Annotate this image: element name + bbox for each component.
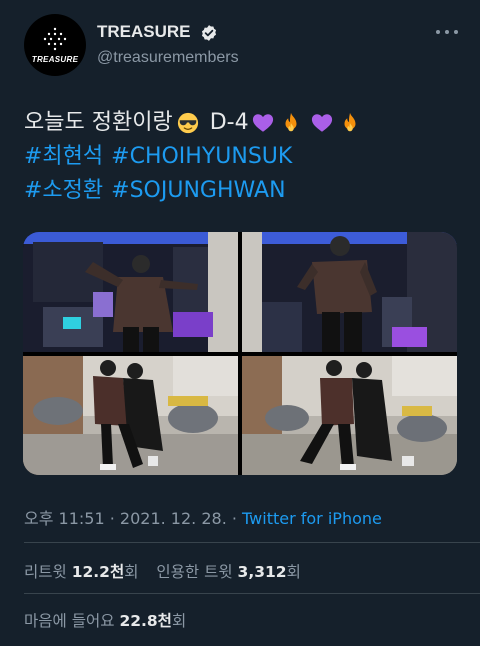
purple-heart-emoji-icon: [311, 114, 332, 132]
quotes-stat[interactable]: 인용한 트윗 3,312회: [156, 563, 300, 581]
tweet-line-2: #최현석 #CHOIHYUNSUK: [24, 140, 464, 174]
more-dot-icon: [436, 30, 440, 34]
tweet-text-dday: D-4: [209, 110, 249, 135]
fire-emoji-icon: [344, 112, 356, 132]
tweet-timestamp: 오후 11:51 · 2021. 12. 28. · Twitter for i…: [24, 505, 382, 529]
tweet-line-1: 오늘도 정환이랑 D-4: [24, 106, 464, 140]
retweets-count: 12.2천: [71, 563, 125, 581]
likes-stat[interactable]: 마음에 들어요 22.8천회: [24, 609, 186, 631]
purple-heart-emoji-icon: [252, 114, 273, 132]
hashtag-link[interactable]: #소정환: [24, 174, 103, 208]
tweet-line-3: #소정환 #SOJUNGHWAN: [24, 174, 464, 208]
logo-dots-icon: [43, 27, 67, 51]
more-options-button[interactable]: [436, 22, 458, 42]
verified-badge-icon: [201, 25, 217, 41]
photo-3[interactable]: [23, 356, 238, 475]
photo-1[interactable]: [23, 232, 238, 352]
meta-separator: ·: [226, 509, 243, 528]
photo-1-image: [23, 232, 238, 352]
media-grid: [23, 232, 457, 475]
likes-unit: 회: [171, 612, 187, 630]
photo-4[interactable]: [242, 356, 457, 475]
divider: [24, 542, 480, 543]
hashtag-link[interactable]: #SOJUNGHWAN: [111, 174, 285, 208]
tweet-text: 오늘도 정환이랑 D-4 #최현석 #CHOIHYUNSUK #소정환 #SOJ…: [24, 106, 464, 208]
sunglasses-emoji-icon: [177, 112, 198, 134]
photo-2-image: [242, 232, 457, 352]
photo-3-image: [23, 356, 238, 475]
likes-label: 마음에 들어요: [24, 612, 115, 630]
source-app-link[interactable]: Twitter for iPhone: [242, 509, 382, 528]
avatar-logo-text: TREASURE: [31, 55, 79, 64]
more-dot-icon: [445, 30, 449, 34]
display-name[interactable]: TREASURE: [97, 22, 191, 42]
tweet-header: TREASURE TREASURE @treasuremembers: [24, 14, 464, 78]
likes-count: 22.8천: [119, 612, 172, 630]
tweet-text-main: 오늘도 정환이랑: [24, 110, 173, 135]
account-handle[interactable]: @treasuremembers: [97, 49, 239, 67]
retweets-label: 리트윗: [24, 563, 67, 581]
retweets-stat[interactable]: 리트윗 12.2천회: [24, 563, 139, 581]
quotes-label: 인용한 트윗: [156, 563, 233, 581]
meta-separator: ·: [104, 509, 120, 528]
avatar[interactable]: TREASURE: [24, 14, 86, 76]
tweet-date[interactable]: 2021. 12. 28.: [120, 509, 227, 528]
quotes-unit: 회: [286, 563, 301, 581]
engagement-stats: 리트윗 12.2천회 인용한 트윗 3,312회: [24, 560, 301, 582]
retweets-unit: 회: [124, 563, 139, 581]
divider: [24, 593, 480, 594]
hashtag-link[interactable]: #최현석: [24, 140, 103, 174]
photo-4-image: [242, 356, 457, 475]
more-dot-icon: [454, 30, 458, 34]
photo-2[interactable]: [242, 232, 457, 352]
fire-emoji-icon: [285, 112, 297, 132]
tweet-time[interactable]: 오후 11:51: [24, 509, 105, 528]
quotes-count: 3,312: [237, 563, 287, 581]
hashtag-link[interactable]: #CHOIHYUNSUK: [111, 140, 292, 174]
